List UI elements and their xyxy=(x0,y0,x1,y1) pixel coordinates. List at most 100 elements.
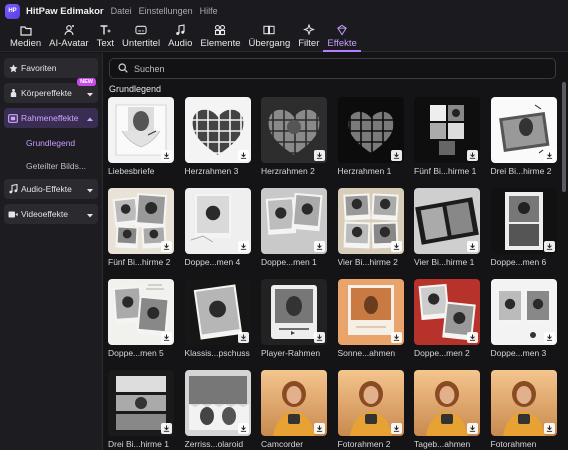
effect-card[interactable]: Herzrahmen 2 xyxy=(261,97,327,176)
effect-label: Doppe...men 4 xyxy=(184,257,241,267)
tab-untertitel[interactable]: Untertitel xyxy=(118,22,164,52)
effects-icon xyxy=(336,24,348,36)
effect-card[interactable]: Fotorahmen xyxy=(490,370,557,449)
download-icon[interactable] xyxy=(314,423,325,434)
effect-thumbnail xyxy=(108,188,174,254)
effect-thumbnail xyxy=(184,97,251,163)
effect-label: Zerriss...olaroid xyxy=(184,439,244,449)
effect-label: Vier Bi...hirme 1 xyxy=(414,257,475,267)
effect-card[interactable]: Doppe...men 5 xyxy=(108,279,174,358)
download-icon[interactable] xyxy=(161,332,172,343)
effect-card[interactable]: Doppe...men 4 xyxy=(184,188,251,267)
effect-card[interactable]: Klassis...pschuss xyxy=(184,279,251,358)
sidebar-item-label: Favoriten xyxy=(21,63,57,73)
effect-label: Doppe...men 5 xyxy=(108,348,164,358)
search-input[interactable] xyxy=(134,63,534,74)
effect-card[interactable]: Vier Bi...hirme 1 xyxy=(414,188,480,267)
effect-card[interactable]: Drei Bi...hirme 1 xyxy=(108,370,174,449)
tab-effekte[interactable]: Effekte xyxy=(323,22,361,52)
effect-thumbnail xyxy=(414,97,480,163)
subitem-grundlegend[interactable]: Grundlegend xyxy=(4,133,98,153)
effect-card[interactable]: Zerriss...olaroid xyxy=(184,370,251,449)
download-icon[interactable] xyxy=(314,241,325,252)
effect-card[interactable]: Vier Bi...hirme 2 xyxy=(337,188,404,267)
effect-card[interactable]: Doppe...men 1 xyxy=(261,188,327,267)
effect-card[interactable]: Sonne...ahmen xyxy=(337,279,404,358)
effect-card[interactable]: Liebesbriefe xyxy=(108,97,174,176)
sidebar-item-videoeffekte[interactable]: Videoeffekte xyxy=(4,204,98,224)
effect-card[interactable]: Doppe...men 3 xyxy=(490,279,557,358)
search-icon xyxy=(118,62,128,75)
menu-hilfe[interactable]: Hilfe xyxy=(200,6,218,16)
subitem-geteilter-bildschirm[interactable]: Geteilter Bilds... xyxy=(4,156,98,176)
subtitle-icon xyxy=(135,24,147,36)
effect-card[interactable]: Fünf Bi...hirme 2 xyxy=(108,188,174,267)
download-icon[interactable] xyxy=(314,332,325,343)
download-icon[interactable] xyxy=(467,150,478,161)
effect-thumbnail xyxy=(261,279,327,345)
sidebar-item-favoriten[interactable]: Favoriten xyxy=(4,58,98,78)
download-icon[interactable] xyxy=(543,332,555,343)
effect-card[interactable]: Fünf Bi...hirme 1 xyxy=(414,97,480,176)
menu-einstellungen[interactable]: Einstellungen xyxy=(139,6,193,16)
download-icon[interactable] xyxy=(543,423,555,434)
body-effects-icon xyxy=(8,88,18,98)
effect-card[interactable]: Tageb...ahmen xyxy=(414,370,480,449)
download-icon[interactable] xyxy=(161,423,172,434)
download-icon[interactable] xyxy=(237,423,249,434)
tab-filter[interactable]: Filter xyxy=(294,22,323,52)
download-icon[interactable] xyxy=(237,332,249,343)
effect-card[interactable]: Doppe...men 6 xyxy=(490,188,557,267)
tab-ai-avatar[interactable]: AI-Avatar xyxy=(45,22,92,52)
download-icon[interactable] xyxy=(467,241,478,252)
download-icon[interactable] xyxy=(543,241,555,252)
effects-sidebar: Favoriten Körpereffekte NEW Rahmeneffekt… xyxy=(0,53,103,450)
tab-uebergang[interactable]: Übergang xyxy=(245,22,295,52)
effect-label: Fotorahmen xyxy=(490,439,537,449)
download-icon[interactable] xyxy=(390,423,402,434)
download-icon[interactable] xyxy=(543,150,555,161)
search-bar[interactable] xyxy=(109,58,556,79)
effect-card[interactable]: Herzrahmen 3 xyxy=(184,97,251,176)
audio-effects-icon xyxy=(8,184,18,194)
effect-card[interactable]: Herzrahmen 1 xyxy=(337,97,404,176)
download-icon[interactable] xyxy=(390,150,402,161)
effect-card[interactable]: Doppe...men 2 xyxy=(414,279,480,358)
download-icon[interactable] xyxy=(237,241,249,252)
download-icon[interactable] xyxy=(237,150,249,161)
tab-audio[interactable]: Audio xyxy=(164,22,196,52)
tab-text[interactable]: Text xyxy=(93,22,118,52)
effect-thumbnail xyxy=(261,188,327,254)
app-logo: HP xyxy=(5,3,20,19)
effect-thumbnail xyxy=(414,370,480,436)
effect-card[interactable]: Drei Bi...hirme 2 xyxy=(490,97,557,176)
download-icon[interactable] xyxy=(390,332,402,343)
sidebar-item-rahmeneffekte[interactable]: Rahmeneffekte xyxy=(4,108,98,128)
download-icon[interactable] xyxy=(161,150,172,161)
chevron-down-icon xyxy=(87,89,93,99)
download-icon[interactable] xyxy=(467,332,478,343)
frame-icon xyxy=(8,113,18,123)
tab-medien[interactable]: Medien xyxy=(6,22,45,52)
download-icon[interactable] xyxy=(390,241,402,252)
effect-label: Fünf Bi...hirme 2 xyxy=(108,257,171,267)
tab-elemente[interactable]: Elemente xyxy=(196,22,244,52)
effect-label: Doppe...men 3 xyxy=(490,348,547,358)
download-icon[interactable] xyxy=(314,150,325,161)
effect-card[interactable]: Player-Rahmen xyxy=(261,279,327,358)
sidebar-item-koerpereffekte[interactable]: Körpereffekte NEW xyxy=(4,78,98,103)
download-icon[interactable] xyxy=(467,423,478,434)
section-title: Grundlegend xyxy=(109,84,162,94)
scrollbar[interactable] xyxy=(562,82,566,192)
download-icon[interactable] xyxy=(161,241,172,252)
title-bar: HP HitPaw Edimakor Datei Einstellungen H… xyxy=(0,0,568,22)
effect-label: Liebesbriefe xyxy=(108,166,155,176)
effect-label: Player-Rahmen xyxy=(261,348,321,358)
sidebar-item-audio-effekte[interactable]: Audio-Effekte xyxy=(4,179,98,199)
filter-sparkle-icon xyxy=(302,24,315,36)
menu-datei[interactable]: Datei xyxy=(111,6,132,16)
effect-card[interactable]: Fotorahmen 2 xyxy=(337,370,404,449)
effects-library: Grundlegend Liebesbriefe Herzrahmen 3 Herz… xyxy=(104,53,568,450)
effect-card[interactable]: Camcorder xyxy=(261,370,327,449)
effect-label: Drei Bi...hirme 2 xyxy=(490,166,552,176)
